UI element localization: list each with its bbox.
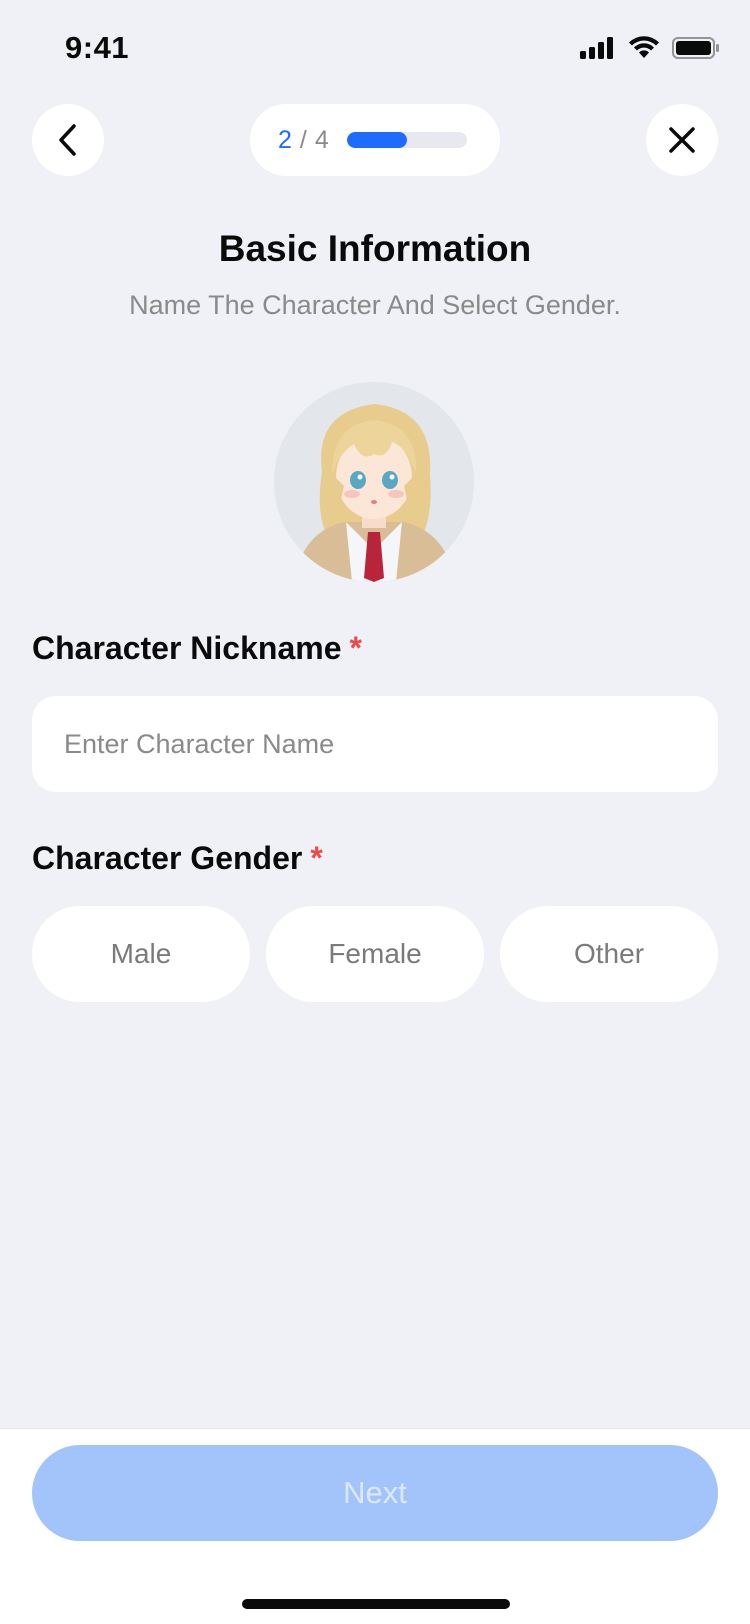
gender-label: Character Gender * [32,840,323,877]
bottom-bar: Next [0,1428,750,1624]
gender-option-other[interactable]: Other [500,906,718,1002]
required-marker: * [349,630,362,666]
gender-label-text: Character Gender [32,840,303,876]
home-indicator[interactable] [242,1599,510,1609]
avatar[interactable] [274,382,474,582]
anime-girl-avatar-icon [274,382,474,582]
step-separator: / [299,125,307,154]
progress-fill [346,132,407,148]
nickname-label: Character Nickname * [32,630,362,667]
cellular-signal-icon [580,37,613,59]
next-button[interactable]: Next [32,1445,718,1541]
step-total: 4 [314,125,329,154]
back-button[interactable] [32,104,104,176]
close-icon [669,127,695,153]
step-current: 2 [278,125,292,154]
status-bar: 9:41 [0,0,750,96]
progress-track [346,132,467,148]
status-icons [580,36,720,60]
nickname-label-text: Character Nickname [32,630,342,666]
wifi-icon [629,36,659,58]
required-marker: * [310,840,323,876]
battery-icon [672,37,719,59]
gender-option-female[interactable]: Female [266,906,484,1002]
step-progress: 2 / 4 [250,104,500,176]
status-time: 9:41 [65,30,130,65]
close-button[interactable] [646,104,718,176]
gender-options: Male Female Other [32,906,718,1002]
character-name-input[interactable] [32,696,718,792]
chevron-left-icon [59,124,76,156]
page-subtitle: Name The Character And Select Gender. [129,290,621,320]
page-title: Basic Information [218,228,532,269]
gender-option-male[interactable]: Male [32,906,250,1002]
